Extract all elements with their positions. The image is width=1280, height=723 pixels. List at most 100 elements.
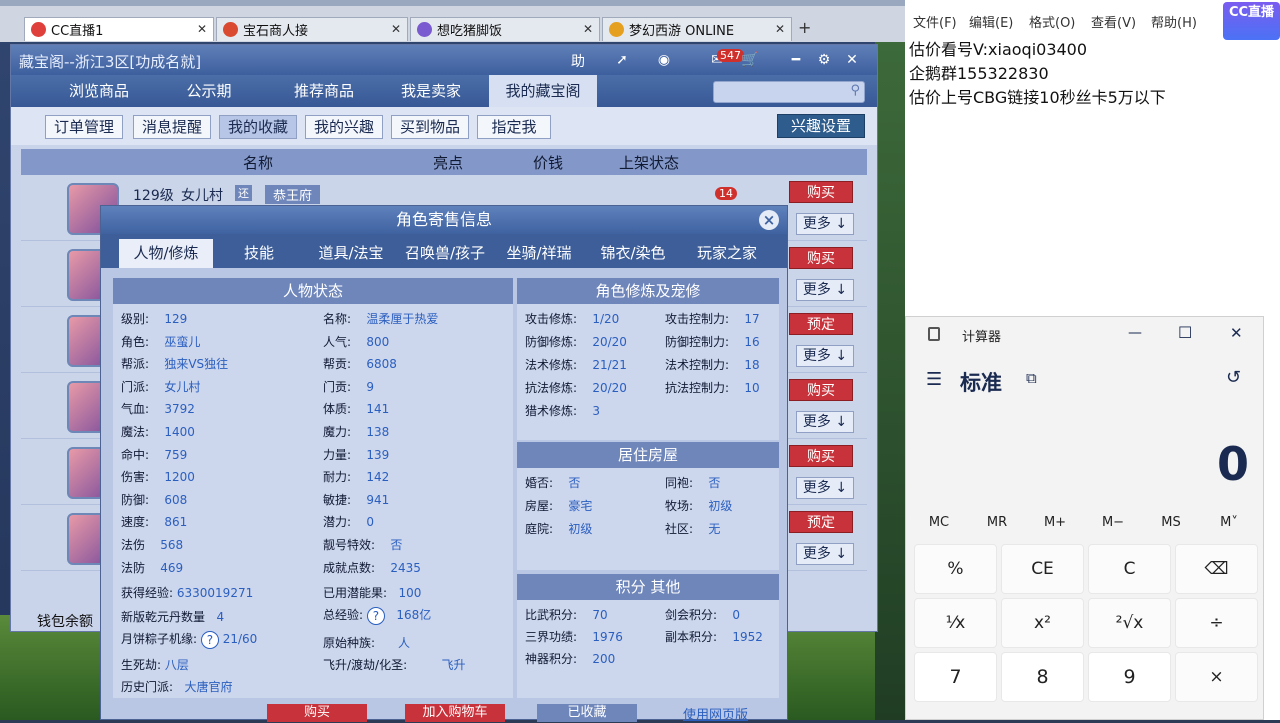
minimize-icon[interactable]: — <box>1128 325 1142 341</box>
web-version-link[interactable]: 使用网页版 <box>683 704 748 723</box>
percent-key[interactable]: % <box>914 544 997 594</box>
mem-recall[interactable]: MR <box>972 515 1022 530</box>
more-button[interactable]: 更多 ↓ <box>796 279 854 301</box>
tab-home[interactable]: 玩家之家 <box>681 239 773 268</box>
browser-tab-3[interactable]: 想吃猪脚饭 ✕ <box>410 17 600 41</box>
col-name: 名称 <box>243 154 274 172</box>
sub-orders[interactable]: 订单管理 <box>45 115 123 139</box>
clear-entry-key[interactable]: CE <box>1001 544 1084 594</box>
interest-settings-button[interactable]: 兴趣设置 <box>777 114 865 138</box>
more-button[interactable]: 更多 ↓ <box>796 345 854 367</box>
settings-icon[interactable]: ⚙ <box>813 50 835 70</box>
reserve-button[interactable]: 预定 <box>789 511 853 533</box>
reserve-button[interactable]: 预定 <box>789 313 853 335</box>
mem-add[interactable]: M+ <box>1030 515 1080 530</box>
menu-help[interactable]: 帮助(H) <box>1151 12 1197 31</box>
nav-browse[interactable]: 浏览商品 <box>49 75 149 107</box>
menu-icon[interactable]: ☰ <box>926 369 942 390</box>
keep-on-top-icon[interactable]: ⧉ <box>1026 369 1037 387</box>
reciprocal-key[interactable]: ¹⁄x <box>914 598 997 648</box>
buy-button[interactable]: 购买 <box>267 704 367 722</box>
sub-messages[interactable]: 消息提醒 <box>133 115 211 139</box>
mem-subtract[interactable]: M− <box>1088 515 1138 530</box>
sqrt-key[interactable]: ²√x <box>1088 598 1171 648</box>
tab-skills[interactable]: 技能 <box>219 239 299 268</box>
cart-icon[interactable]: 🛒 <box>739 50 761 70</box>
sub-favorites[interactable]: 我的收藏 <box>219 115 297 139</box>
add-to-cart-button[interactable]: 加入购物车 <box>405 704 505 722</box>
record-icon[interactable]: ◉ <box>653 50 675 70</box>
favorited-button[interactable]: 已收藏 <box>537 704 637 722</box>
close-tab-icon[interactable]: ✕ <box>583 22 593 36</box>
browser-tab-2[interactable]: 宝石商人接 ✕ <box>216 17 408 41</box>
mem-clear[interactable]: MC <box>914 515 964 530</box>
help-icon[interactable]: ? <box>200 630 219 649</box>
browser-title-strip <box>0 0 905 6</box>
help-button[interactable]: 助 <box>567 52 589 72</box>
kv-row: 三界功绩: 1976 <box>525 628 623 645</box>
buy-button[interactable]: 购买 <box>789 181 853 203</box>
close-icon[interactable]: ✕ <box>1230 324 1243 342</box>
history-icon[interactable]: ↺ <box>1226 367 1241 388</box>
notepad-window: 文件(F) 编辑(E) 格式(O) 查看(V) 帮助(H) 估价看号V:xiao… <box>905 0 1280 316</box>
nav-recommend[interactable]: 推荐商品 <box>269 75 379 107</box>
menu-file[interactable]: 文件(F) <box>913 12 957 31</box>
nav-my-cbg[interactable]: 我的藏宝阁 <box>489 75 597 107</box>
digit-7-key[interactable]: 7 <box>914 652 997 702</box>
more-button[interactable]: 更多 ↓ <box>796 411 854 433</box>
notepad-line[interactable]: 企鹅群155322830 <box>909 60 1049 84</box>
close-tab-icon[interactable]: ✕ <box>391 22 401 36</box>
buy-button[interactable]: 购买 <box>789 247 853 269</box>
minimize-icon[interactable]: ━ <box>785 50 807 70</box>
digit-9-key[interactable]: 9 <box>1088 652 1171 702</box>
kv-row: 牧场: 初级 <box>665 497 732 514</box>
nav-public[interactable]: 公示期 <box>159 75 259 107</box>
label: 敏捷: <box>323 492 352 507</box>
buy-button[interactable]: 购买 <box>789 379 853 401</box>
menu-edit[interactable]: 编辑(E) <box>969 12 1013 31</box>
tab-mounts[interactable]: 坐骑/祥瑞 <box>493 239 585 268</box>
tab-costume[interactable]: 锦衣/染色 <box>587 239 679 268</box>
more-button[interactable]: 更多 ↓ <box>796 213 854 235</box>
notepad-line[interactable]: 估价看号V:xiaoqi03400 <box>909 36 1087 60</box>
sub-assigned[interactable]: 指定我 <box>477 115 551 139</box>
divide-key[interactable]: ÷ <box>1175 598 1258 648</box>
multiply-key[interactable]: × <box>1175 652 1258 702</box>
digit-8-key[interactable]: 8 <box>1001 652 1084 702</box>
menu-view[interactable]: 查看(V) <box>1091 12 1136 31</box>
buy-button[interactable]: 购买 <box>789 445 853 467</box>
more-button[interactable]: 更多 ↓ <box>796 477 854 499</box>
value: 豪宅 <box>568 499 593 513</box>
share-icon[interactable]: ➚ <box>611 50 633 70</box>
search-input[interactable]: ⚲ <box>713 81 865 103</box>
clear-key[interactable]: C <box>1088 544 1171 594</box>
label: 抗法修炼: <box>525 381 578 395</box>
mem-store[interactable]: MS <box>1146 515 1196 530</box>
maximize-icon[interactable]: ☐ <box>1178 323 1192 342</box>
value: 3792 <box>164 402 195 417</box>
nav-seller[interactable]: 我是卖家 <box>381 75 481 107</box>
tab-pets[interactable]: 召唤兽/孩子 <box>399 239 491 268</box>
square-key[interactable]: x² <box>1001 598 1084 648</box>
backspace-key[interactable]: ⌫ <box>1175 544 1258 594</box>
browser-tab-4[interactable]: 梦幻西游 ONLINE ✕ <box>602 17 792 41</box>
dialog-close-icon[interactable]: × <box>759 210 779 230</box>
value: 142 <box>366 470 390 485</box>
more-button[interactable]: 更多 ↓ <box>796 543 854 565</box>
tab-character[interactable]: 人物/修炼 <box>119 239 213 268</box>
notepad-line[interactable]: 估价上号CBG链接10秒丝卡5万以下 <box>909 84 1166 108</box>
sub-bought[interactable]: 买到物品 <box>391 115 469 139</box>
browser-tab-1[interactable]: CC直播1 ✕ <box>24 17 214 41</box>
mem-list[interactable]: M˅ <box>1204 515 1254 530</box>
label: 庭院: <box>525 522 554 536</box>
search-icon[interactable]: ⚲ <box>850 83 860 98</box>
close-icon[interactable]: ✕ <box>841 50 863 70</box>
new-tab-button[interactable]: + <box>798 18 811 37</box>
help-icon[interactable]: ? <box>366 606 385 625</box>
kv-row: 攻击控制力: 17 <box>665 310 760 327</box>
sub-interests[interactable]: 我的兴趣 <box>305 115 383 139</box>
close-tab-icon[interactable]: ✕ <box>197 22 207 36</box>
menu-format[interactable]: 格式(O) <box>1029 12 1075 31</box>
close-tab-icon[interactable]: ✕ <box>775 22 785 36</box>
tab-items[interactable]: 道具/法宝 <box>305 239 397 268</box>
